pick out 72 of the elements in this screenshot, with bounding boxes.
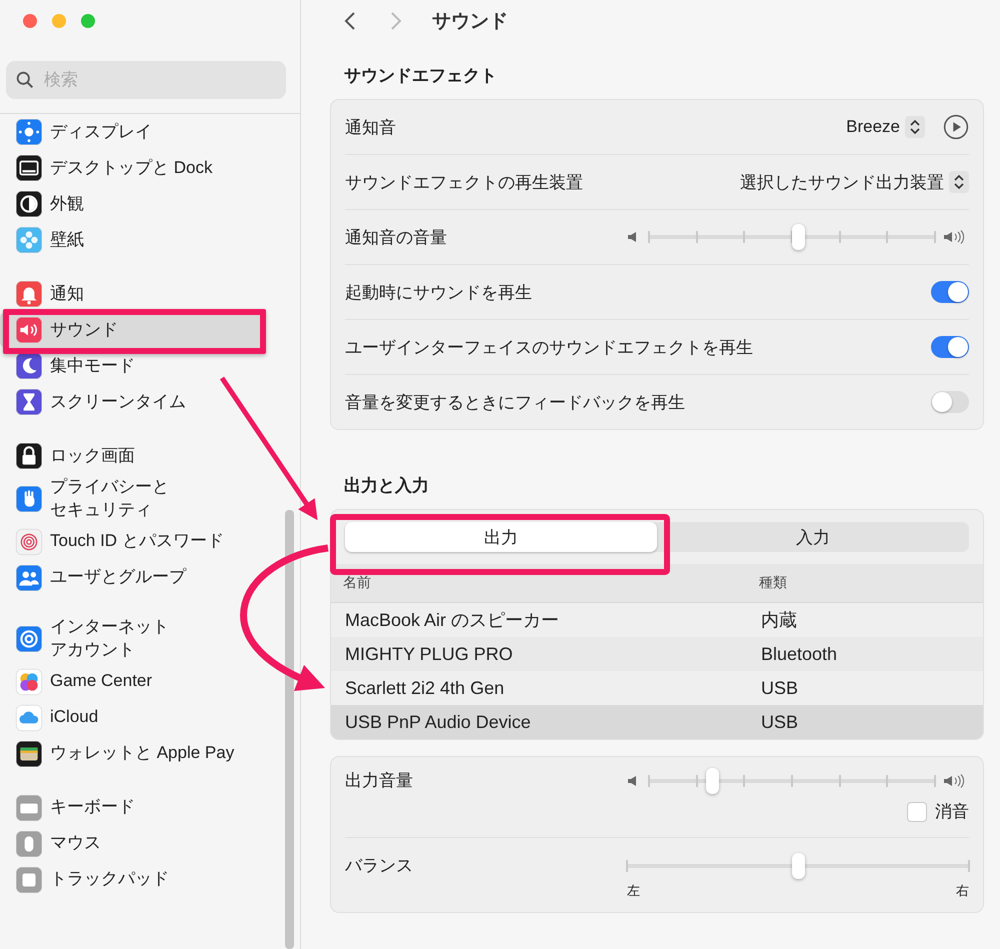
sidebar-item[interactable]: 壁紙 xyxy=(0,222,264,258)
page-title: サウンド xyxy=(432,10,508,34)
sidebar-item[interactable]: Game Center xyxy=(0,664,264,700)
sidebar-item[interactable]: インターネット アカウント xyxy=(0,614,264,664)
sidebar-item[interactable]: 通知 xyxy=(0,276,264,312)
scroll-bar[interactable] xyxy=(285,510,294,949)
sidebar-item[interactable]: Touch ID とパスワード xyxy=(0,524,264,560)
stepper-icon xyxy=(949,171,969,193)
search-field[interactable]: 検索 xyxy=(6,61,286,99)
table-cell-text: MacBook Air のスピーカー xyxy=(344,609,560,632)
setting-label: サウンドエフェクトの再生装置 xyxy=(345,172,583,194)
slider-thumb[interactable] xyxy=(792,224,805,250)
sidebar-item[interactable]: プライバシーと セキュリティ xyxy=(0,474,264,524)
column-header[interactable]: 名前 xyxy=(331,574,759,592)
sidebar-item[interactable]: ディスプレイ xyxy=(0,114,264,150)
setting-label: ユーザインターフェイスのサウンドエフェクトを再生 xyxy=(345,336,753,358)
table-cell-text: Scarlett 2i2 4th Gen xyxy=(344,678,506,698)
sidebar-item[interactable]: ロック画面 xyxy=(0,438,264,474)
sidebar-item[interactable]: キーボード xyxy=(0,790,264,826)
section-title: サウンドエフェクト xyxy=(343,65,498,87)
table-cell-text: USB PnP Audio Device xyxy=(344,712,532,732)
popup-menu[interactable]: Breeze xyxy=(846,116,925,138)
slider-thumb[interactable] xyxy=(792,853,805,879)
checkbox-label[interactable]: 消音 xyxy=(935,800,969,823)
sidebar-item-label: インターネット xyxy=(50,616,169,638)
sidebar-item[interactable]: デスクトップと Dock xyxy=(0,150,264,186)
setting-label: 起動時にサウンドを再生 xyxy=(345,282,532,304)
sidebar-item[interactable]: マウス xyxy=(0,826,264,862)
setting-label: バランス xyxy=(345,855,413,877)
toggle-switch[interactable] xyxy=(931,336,969,358)
slider-thumb[interactable] xyxy=(706,768,719,794)
setting-label: 通知音の音量 xyxy=(345,226,447,248)
table-cell: USB xyxy=(761,712,798,732)
table-cell: USB xyxy=(761,678,798,698)
sidebar-item[interactable]: ウォレットと Apple Pay xyxy=(0,736,264,772)
checkbox[interactable] xyxy=(907,802,927,822)
device-row[interactable]: MIGHTY PLUG PRO Bluetooth xyxy=(331,637,983,671)
sidebar-item[interactable]: 集中モード xyxy=(0,348,264,384)
toggle-switch[interactable] xyxy=(931,391,969,413)
minimize-button[interactable] xyxy=(52,14,66,28)
segment-tab[interactable]: 出力 xyxy=(345,522,657,552)
zoom-button[interactable] xyxy=(81,14,95,28)
table-cell-text: 内蔵 xyxy=(761,609,797,632)
play-button[interactable] xyxy=(943,114,969,140)
setting-label: 通知音 xyxy=(345,116,396,138)
setting-label: 出力音量 xyxy=(345,770,413,792)
toggle-switch[interactable] xyxy=(931,281,969,303)
stepper-icon xyxy=(905,116,925,138)
chevron-left-icon xyxy=(344,11,356,31)
table-cell: Bluetooth xyxy=(761,644,838,664)
table-cell-text: MIGHTY PLUG PRO xyxy=(344,644,514,664)
sidebar-item[interactable]: iCloud xyxy=(0,700,264,736)
sidebar-item-label: アカウント xyxy=(50,638,136,661)
sidebar-item-label: プライバシーと xyxy=(50,476,169,498)
close-button[interactable] xyxy=(23,14,37,28)
search-icon xyxy=(16,71,34,89)
sidebar-item[interactable]: トラックパッド xyxy=(0,862,264,898)
popup-menu[interactable]: 選択したサウンド出力装置 xyxy=(740,170,969,194)
setting-label: 音量を変更するときにフィードバックを再生 xyxy=(345,392,685,414)
sidebar-item-label: セキュリティ xyxy=(50,498,153,521)
device-row[interactable]: MacBook Air のスピーカー 内蔵 xyxy=(331,603,983,637)
section-title: 出力と入力 xyxy=(343,475,430,497)
sidebar-item[interactable]: スクリーンタイム xyxy=(0,384,264,420)
sidebar-item[interactable]: 外観 xyxy=(0,186,264,222)
device-row[interactable]: Scarlett 2i2 4th Gen USB xyxy=(331,671,983,705)
slider-max-label: 右 xyxy=(956,882,969,900)
column-header[interactable]: 種類 xyxy=(759,574,787,592)
segment-tab[interactable]: 入力 xyxy=(657,522,969,552)
slider-min-label: 左 xyxy=(627,882,640,900)
device-row[interactable]: USB PnP Audio Device USB xyxy=(331,705,983,739)
chevron-right-icon xyxy=(390,11,402,31)
sidebar-item[interactable]: ユーザとグループ xyxy=(0,560,264,596)
